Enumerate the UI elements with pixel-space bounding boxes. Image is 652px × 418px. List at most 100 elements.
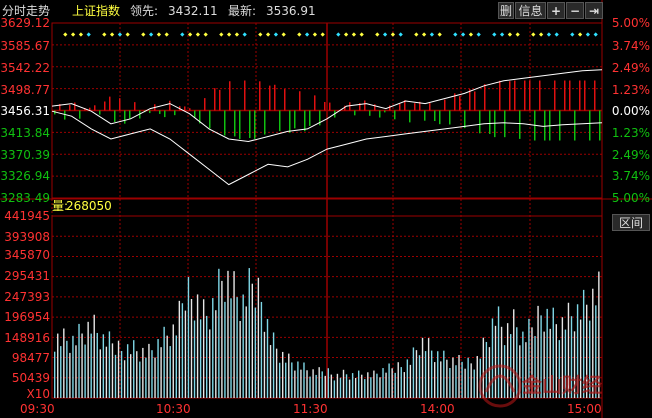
signal-marker <box>499 32 505 37</box>
signal-marker <box>320 32 325 37</box>
volume-bar <box>297 361 299 398</box>
delta-bar <box>149 110 151 114</box>
delta-bar <box>244 80 246 111</box>
volume-bar <box>309 376 311 398</box>
volume-bar <box>54 351 56 398</box>
range-button[interactable]: 区间 <box>612 214 650 231</box>
delta-bar <box>299 91 301 111</box>
minus-icon: − <box>569 4 581 18</box>
delta-bar <box>444 99 446 111</box>
volume-bar <box>321 371 323 398</box>
delta-bar <box>414 103 416 111</box>
volume-bar <box>467 357 469 398</box>
info-icon: 信息 <box>518 4 543 18</box>
delta-bar <box>229 81 231 111</box>
signal-marker <box>546 32 552 37</box>
signal-marker <box>78 32 84 37</box>
volume-bar <box>339 377 342 398</box>
delta-bar <box>564 80 566 111</box>
delta-bar <box>109 96 111 111</box>
volume-bar <box>114 354 117 398</box>
zoom-out-button[interactable]: − <box>566 2 584 19</box>
exit-button[interactable]: ⇥ <box>585 2 603 19</box>
volume-bar <box>266 319 269 398</box>
delta-bar <box>114 110 116 122</box>
delta-bar <box>304 110 306 132</box>
signal-marker <box>538 32 544 37</box>
delete-button[interactable]: 删 <box>498 2 514 19</box>
volume-bar <box>72 335 74 398</box>
volume-bar <box>190 299 193 398</box>
volume-bar <box>169 346 171 398</box>
volume-unit: X10 <box>26 387 51 401</box>
signal-marker <box>429 32 435 37</box>
time-tick: 14:00 <box>420 402 455 416</box>
delta-bar <box>269 85 271 111</box>
volume-bar <box>215 310 217 398</box>
delta-bar <box>119 98 121 111</box>
delta-bar <box>409 110 411 123</box>
delta-bar <box>439 110 441 125</box>
signal-marker <box>109 32 115 37</box>
signal-marker <box>117 32 123 37</box>
delta-bar <box>169 100 171 111</box>
volume-bar <box>342 369 345 398</box>
delta-bar <box>514 80 516 111</box>
delta-bar <box>379 110 381 118</box>
volume-bar <box>66 340 68 398</box>
signal-marker <box>570 32 575 37</box>
volume-bar <box>257 277 260 398</box>
delta-bar <box>284 89 286 111</box>
volume-bar <box>120 351 123 398</box>
delta-bar <box>294 110 296 129</box>
signal-marker <box>375 32 380 37</box>
volume-bar <box>367 372 369 398</box>
volume-bar <box>516 327 518 398</box>
volume-tick: 196954 <box>4 310 50 324</box>
signal-marker <box>460 32 466 37</box>
volume-bar <box>157 339 159 398</box>
volume-bar <box>358 370 360 398</box>
volume-bar <box>84 344 86 398</box>
volume-bar <box>63 328 65 398</box>
delta-bar <box>474 91 476 111</box>
volume-bar <box>455 365 457 398</box>
delta-bar <box>94 105 96 111</box>
volume-bar <box>348 379 351 398</box>
volume-bar <box>415 350 418 398</box>
signal-marker <box>273 32 279 37</box>
volume-bar <box>99 349 101 398</box>
volume-bar <box>263 331 266 398</box>
index-name[interactable]: 上证指数 <box>72 4 120 18</box>
volume-bar <box>461 361 463 398</box>
volume-bar <box>449 367 451 398</box>
signal-marker <box>304 32 310 37</box>
volume-bar <box>178 300 181 398</box>
delta-bar <box>489 110 491 134</box>
delta-bar <box>309 110 311 126</box>
signal-marker <box>390 32 396 37</box>
signal-marker <box>531 32 536 37</box>
volume-bar <box>90 333 92 398</box>
zoom-in-button[interactable]: + <box>547 2 565 19</box>
delta-bar <box>124 110 126 124</box>
price-tick: 3629.12 <box>0 16 50 30</box>
delta-bar <box>159 110 161 114</box>
delta-bar <box>79 110 81 119</box>
volume-bar <box>57 333 59 398</box>
percent-tick: 5.00% <box>611 191 650 205</box>
info-button[interactable]: 信息 <box>515 2 546 19</box>
volume-bar <box>303 362 305 398</box>
delta-bar <box>529 80 531 111</box>
delta-bar <box>569 80 571 111</box>
delta-bar <box>524 80 526 111</box>
volume-tick: 50439 <box>11 371 50 385</box>
delta-bar <box>354 110 356 116</box>
signal-marker <box>351 32 357 37</box>
price-tick: 3456.31 <box>0 104 50 118</box>
delta-bar <box>394 110 396 120</box>
volume-bar <box>78 323 80 398</box>
signal-marker <box>203 32 208 37</box>
signal-marker <box>226 32 232 37</box>
volume-tick: 148916 <box>4 331 50 345</box>
